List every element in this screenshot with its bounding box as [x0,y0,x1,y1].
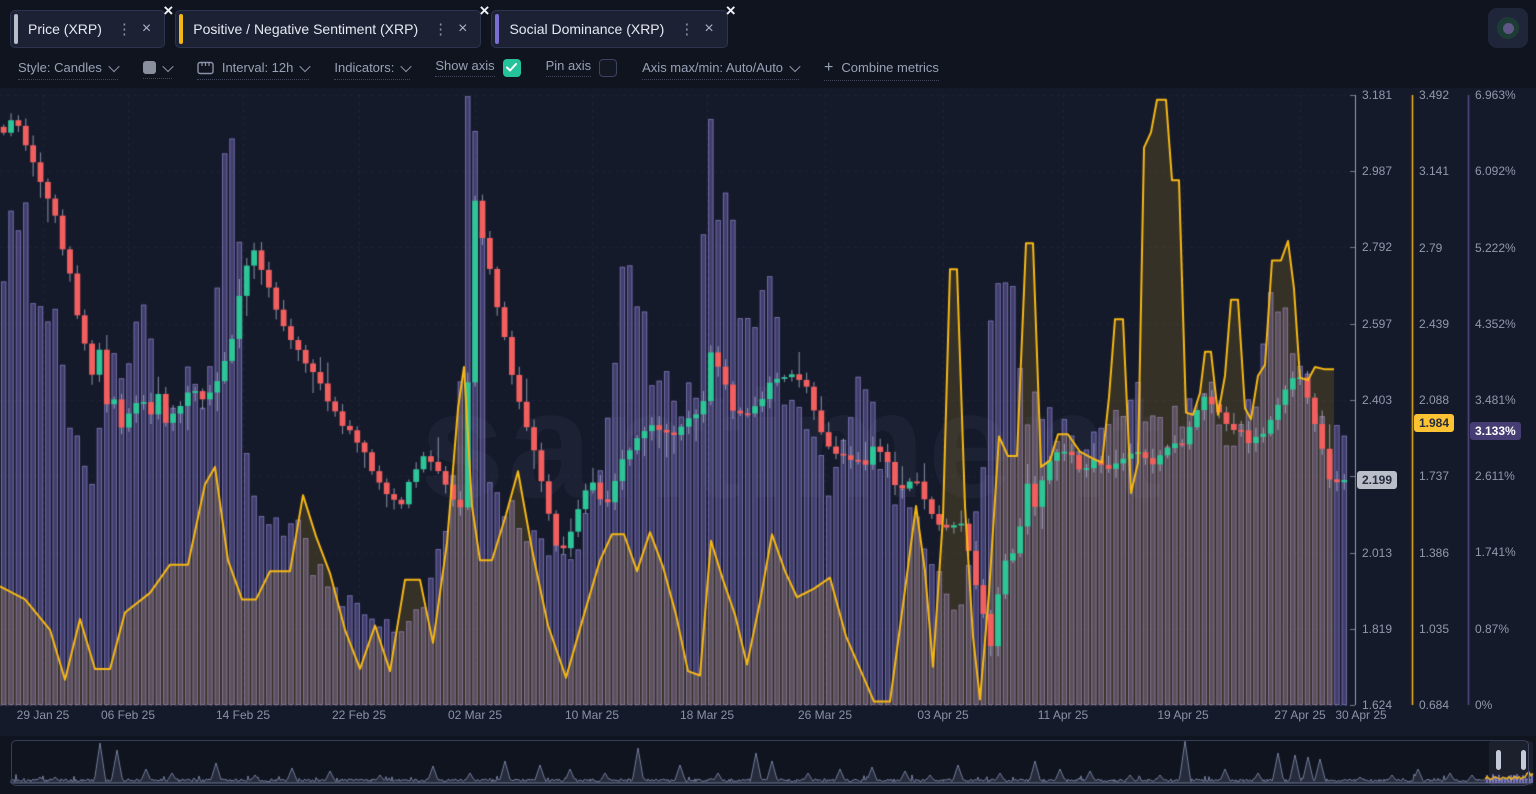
show-axis-label: Show axis [435,58,495,77]
tab-price[interactable]: Price (XRP) ⋮ × [10,10,166,48]
kebab-menu-icon[interactable]: ⋮ [672,22,701,37]
x-axis-label: 30 Apr 25 [1335,708,1387,722]
chevron-down-icon [299,60,312,72]
x-axis-label: 11 Apr 25 [1037,708,1089,722]
santiment-logo-button[interactable] [1488,8,1528,48]
x-axis-label: 22 Feb 25 [331,708,387,722]
widget-remove-icon[interactable]: × [163,2,173,19]
widget-remove-icon[interactable]: × [480,2,490,19]
show-axis-control: Show axis [435,58,521,82]
chevron-down-icon [789,60,801,72]
plus-icon: + [824,58,834,76]
pin-axis-control: Pin axis [545,58,618,82]
preview-canvas[interactable] [0,736,1536,792]
tab-close-icon[interactable]: × [701,21,716,37]
tab-label: Price (XRP) [28,21,102,37]
pin-axis-checkbox[interactable] [599,58,618,77]
timeline-preview [0,736,1536,792]
x-axis-label: 02 Mar 25 [447,708,503,722]
tab-dominance[interactable]: Social Dominance (XRP) ⋮ × [491,10,728,48]
kebab-menu-icon[interactable]: ⋮ [110,22,139,37]
x-axis-label: 26 Mar 25 [797,708,853,722]
metric-color-bar-price [14,14,18,44]
widget-remove-icon[interactable]: × [726,2,736,19]
logo-ring-icon [1497,17,1519,39]
x-axis-label: 19 Apr 25 [1157,708,1209,722]
chevron-down-icon [108,60,120,72]
range-handle-left[interactable] [1496,750,1501,770]
logo-dot-icon [1502,22,1514,34]
main-chart-canvas[interactable] [0,88,1536,710]
x-axis-label: 29 Jan 25 [16,708,70,722]
main-chart-area: santiment 3.1812.9872.7922.5972.4032.208… [0,88,1536,736]
interval-label: Interval: 12h [221,60,294,75]
tab-close-icon[interactable]: × [139,21,154,37]
kebab-menu-icon[interactable]: ⋮ [426,22,455,37]
tab-sentiment[interactable]: Positive / Negative Sentiment (XRP) ⋮ × [175,10,482,48]
widget-tabbar: × Price (XRP) ⋮ × × Positive / Negative … [0,0,1536,52]
x-axis-label: 03 Apr 25 [917,708,969,722]
check-icon [506,63,518,72]
chevron-down-icon [400,60,413,72]
x-axis-label: 10 Mar 25 [564,708,620,722]
tab-wrap-dominance: × Social Dominance (XRP) ⋮ × [491,2,736,48]
style-label: Style: Candles [18,60,102,75]
axis-maxmin-label: Axis max/min: Auto/Auto [642,60,784,75]
style-dropdown[interactable]: Style: Candles [18,60,120,80]
tab-close-icon[interactable]: × [455,21,470,37]
chevron-down-icon [162,60,174,72]
tab-wrap-price: × Price (XRP) ⋮ × [10,2,173,48]
pin-axis-label: Pin axis [545,58,592,77]
x-axis-label: 27 Apr 25 [1274,708,1326,722]
chart-workspace: × Price (XRP) ⋮ × × Positive / Negative … [0,0,1536,794]
tab-wrap-sentiment: × Positive / Negative Sentiment (XRP) ⋮ … [175,2,489,48]
range-handle-right[interactable] [1521,750,1526,770]
interval-dropdown[interactable]: Interval: 12h [196,60,312,80]
x-axis-label: 06 Feb 25 [100,708,156,722]
tab-label: Social Dominance (XRP) [509,21,665,37]
interval-ruler-icon [197,61,214,74]
indicators-dropdown[interactable]: Indicators: [334,60,413,80]
x-axis-label: 18 Mar 25 [679,708,735,722]
combine-metrics-button[interactable]: + Combine metrics [824,58,939,81]
color-swatch-dropdown[interactable] [142,60,174,79]
combine-metrics-label: Combine metrics [841,60,939,75]
metric-color-bar-sentiment [179,14,184,44]
tab-label: Positive / Negative Sentiment (XRP) [193,21,419,37]
chart-toolbar: Style: Candles Interval: 12h Indicators:… [0,54,1536,86]
indicators-label: Indicators: [334,60,395,75]
x-axis-label: 14 Feb 25 [215,708,271,722]
show-axis-checkbox[interactable] [502,58,521,77]
metric-color-bar-dominance [495,14,500,44]
color-swatch-icon [142,61,156,74]
axis-maxmin-dropdown[interactable]: Axis max/min: Auto/Auto [642,60,801,80]
